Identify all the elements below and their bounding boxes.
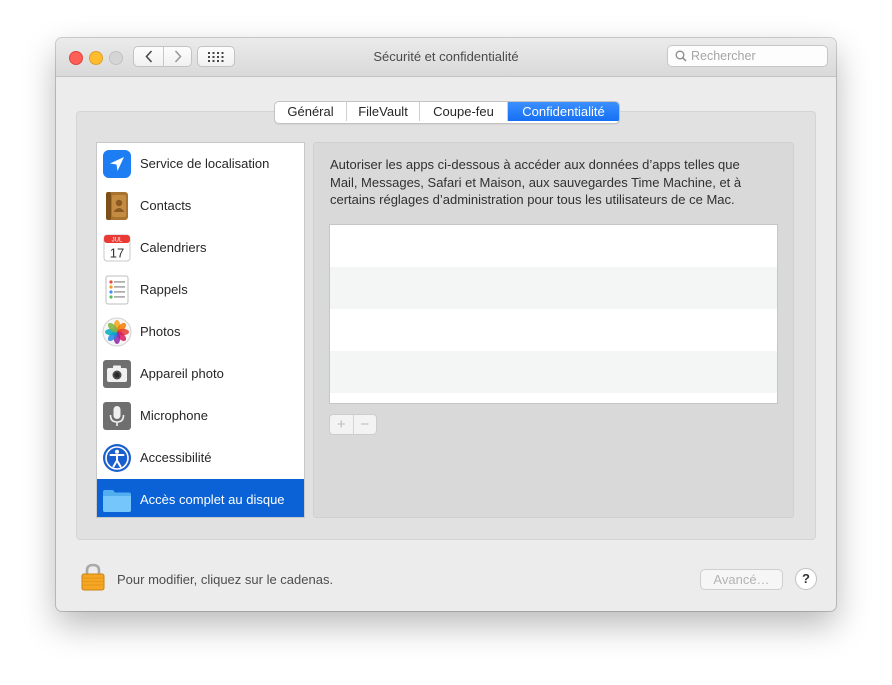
lock-message: Pour modifier, cliquez sur le cadenas. xyxy=(117,572,334,587)
sidebar-item-calendars[interactable]: JUL 17 Calendriers xyxy=(97,227,304,269)
tab-firewall[interactable]: Coupe-feu xyxy=(420,102,508,121)
search-placeholder: Rechercher xyxy=(691,49,756,63)
sidebar-item-reminders[interactable]: Rappels xyxy=(97,269,304,311)
tab-filevault[interactable]: FileVault xyxy=(347,102,420,121)
sidebar-item-label: Service de localisation xyxy=(140,156,270,171)
sidebar-item-contacts[interactable]: Contacts xyxy=(97,185,304,227)
list-row[interactable] xyxy=(330,267,777,309)
preferences-window: Sécurité et confidentialité Rechercher G… xyxy=(56,38,836,611)
search-field[interactable]: Rechercher xyxy=(667,45,828,67)
sidebar-item-microphone[interactable]: Microphone xyxy=(97,395,304,437)
add-app-button[interactable]: + xyxy=(330,415,354,434)
sidebar-item-label: Accès complet au disque xyxy=(140,492,285,507)
lock-icon[interactable] xyxy=(80,562,106,592)
sidebar-item-label: Accessibilité xyxy=(140,450,212,465)
sidebar-item-full-disk-access[interactable]: Accès complet au disque xyxy=(97,479,304,517)
add-remove-buttons: + − xyxy=(329,414,377,435)
advanced-button[interactable]: Avancé… xyxy=(700,569,783,590)
svg-text:17: 17 xyxy=(110,246,124,261)
camera-icon xyxy=(103,360,131,388)
photos-icon xyxy=(102,317,132,347)
sidebar-item-label: Microphone xyxy=(140,408,208,423)
sidebar-item-accessibility[interactable]: Accessibilité xyxy=(97,437,304,479)
folder-icon xyxy=(103,490,131,512)
location-arrow-icon xyxy=(103,150,131,178)
tab-bar: Général FileVault Coupe-feu Confidential… xyxy=(274,101,620,124)
search-icon xyxy=(675,50,687,62)
sidebar-item-label: Rappels xyxy=(140,282,188,297)
list-row[interactable] xyxy=(330,309,777,351)
sidebar-item-location-services[interactable]: Service de localisation xyxy=(97,143,304,185)
calendar-icon: JUL 17 xyxy=(103,234,131,262)
privacy-category-list: Service de localisation Contacts JUL 17 … xyxy=(96,142,305,518)
sidebar-item-label: Contacts xyxy=(140,198,192,213)
contacts-book-icon xyxy=(106,192,128,220)
tab-privacy[interactable]: Confidentialité xyxy=(508,102,619,121)
title-bar: Sécurité et confidentialité Rechercher xyxy=(56,38,836,77)
app-list[interactable] xyxy=(329,224,778,404)
sidebar-item-label: Appareil photo xyxy=(140,366,224,381)
list-row[interactable] xyxy=(330,351,777,393)
sidebar-item-camera[interactable]: Appareil photo xyxy=(97,353,304,395)
sidebar-item-label: Calendriers xyxy=(140,240,207,255)
remove-app-button[interactable]: − xyxy=(354,415,377,434)
sidebar-item-label: Photos xyxy=(140,324,181,339)
privacy-description: Autoriser les apps ci-dessous à accéder … xyxy=(330,157,742,207)
reminders-icon xyxy=(105,275,129,305)
list-row[interactable] xyxy=(330,225,777,267)
svg-text:JUL: JUL xyxy=(112,238,123,244)
tab-general[interactable]: Général xyxy=(275,102,347,121)
accessibility-icon xyxy=(103,444,131,472)
sidebar-item-photos[interactable]: Photos xyxy=(97,311,304,353)
microphone-icon xyxy=(103,402,131,430)
help-button[interactable]: ? xyxy=(795,568,817,590)
